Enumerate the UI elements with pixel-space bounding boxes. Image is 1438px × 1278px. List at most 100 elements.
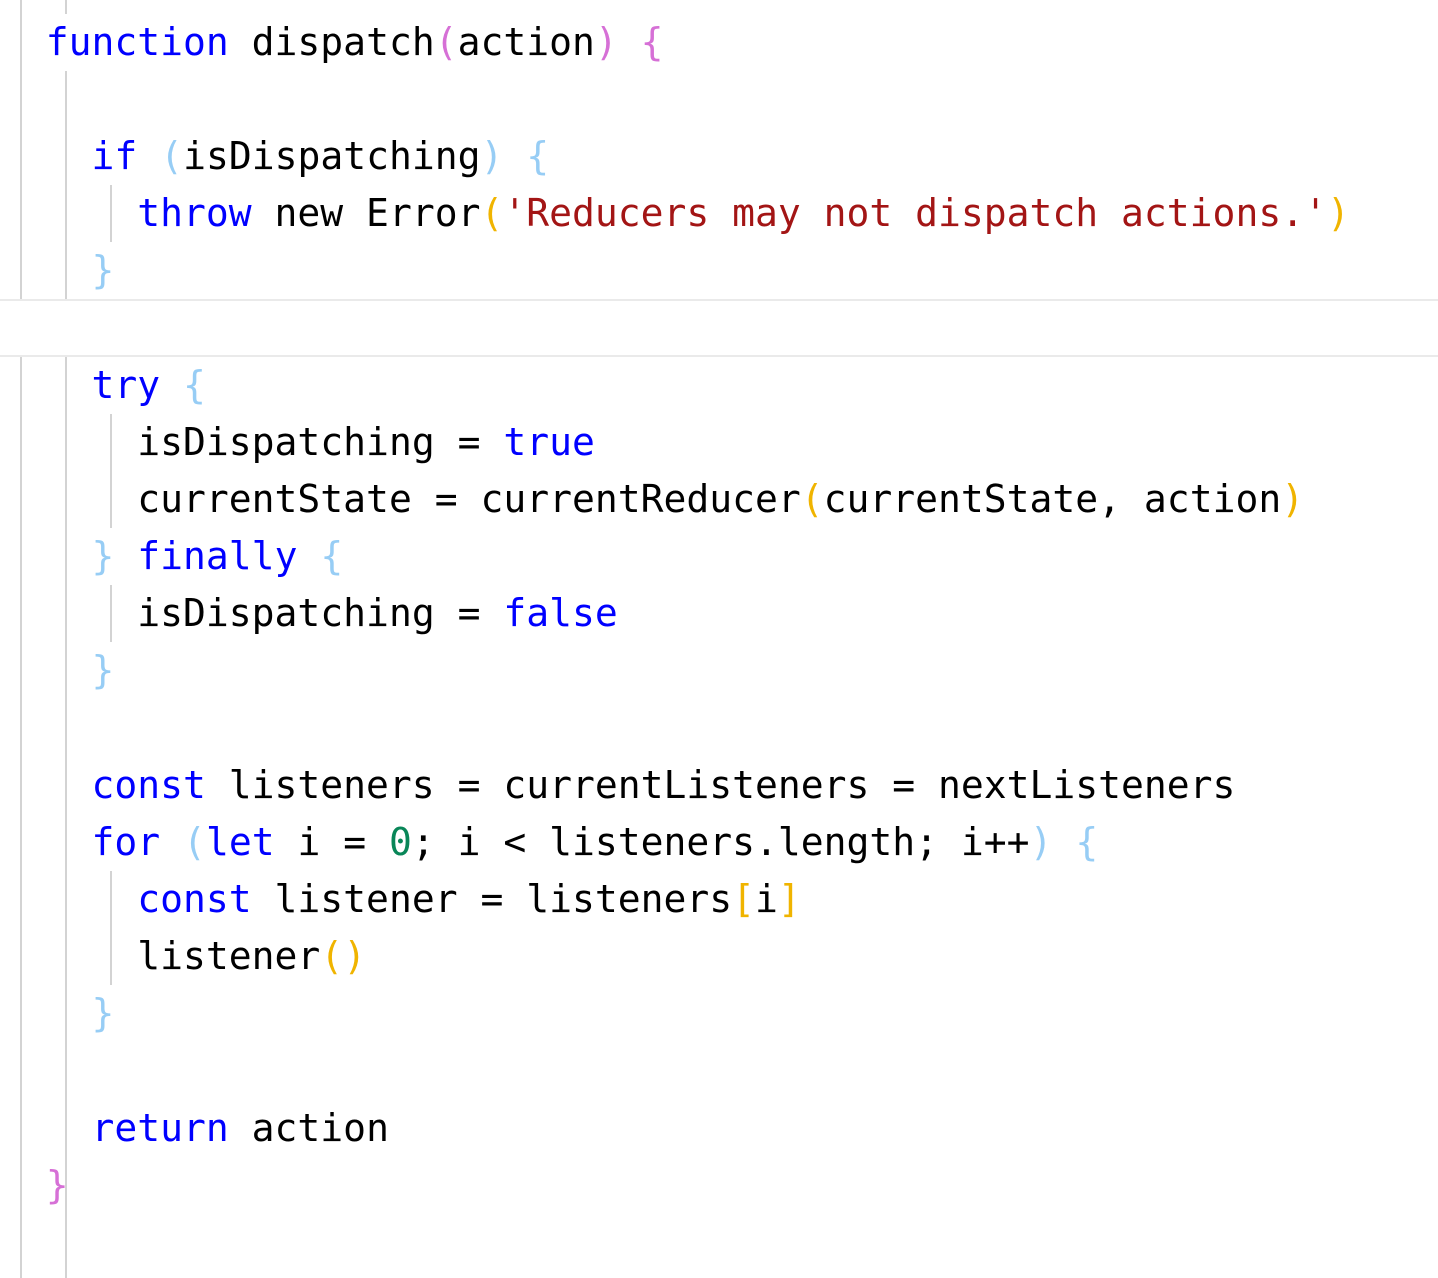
line-for-loop[interactable]: for (let i = 0; i < listeners.length; i+… xyxy=(0,814,1438,871)
code-token: ( xyxy=(160,134,184,178)
code-token: } xyxy=(91,648,115,692)
code-token: ) xyxy=(343,934,367,978)
code-token: ) xyxy=(480,134,504,178)
code-token: new Error xyxy=(251,191,481,235)
code-token: isDispatching = xyxy=(137,420,504,464)
code-token: true xyxy=(503,420,595,464)
code-token: ( xyxy=(480,191,504,235)
code-token: const xyxy=(91,763,206,807)
code-token: ] xyxy=(777,877,801,921)
line-const-listeners[interactable]: const listeners = currentListeners = nex… xyxy=(0,757,1438,814)
indent-guide xyxy=(65,0,67,14)
code-token: finally xyxy=(137,534,298,578)
code-token: { xyxy=(640,20,664,64)
code-token: ) xyxy=(1281,477,1305,521)
code-token: ) xyxy=(1326,191,1350,235)
line-if-isdispatching[interactable]: if (isDispatching) { xyxy=(0,128,1438,185)
code-token: try xyxy=(91,363,161,407)
code-token: action xyxy=(228,1106,389,1150)
code-token: function xyxy=(45,20,229,64)
code-token: } xyxy=(91,991,115,1035)
line-blank-2[interactable] xyxy=(0,699,1438,756)
code-token: isDispatching xyxy=(183,134,481,178)
code-token: 'Reducers may not dispatch actions.' xyxy=(503,191,1327,235)
code-token: [ xyxy=(732,877,755,921)
code-token: ) xyxy=(594,20,618,64)
line-close-finally[interactable]: } xyxy=(0,642,1438,699)
code-token: ; i < listeners.length; i++ xyxy=(411,820,1030,864)
code-token: currentState = currentReducer xyxy=(137,477,801,521)
code-token: ( xyxy=(434,20,458,64)
line-function-dispatch[interactable]: function dispatch(action) { xyxy=(0,14,1438,71)
code-token: i = xyxy=(274,820,389,864)
line-listener-call[interactable]: listener() xyxy=(0,928,1438,985)
code-token: { xyxy=(1075,820,1099,864)
code-token: let xyxy=(205,820,275,864)
line-blank-3[interactable] xyxy=(0,1042,1438,1099)
code-token: throw xyxy=(137,191,252,235)
code-token: 0 xyxy=(388,820,412,864)
code-token: false xyxy=(503,591,618,635)
code-editor-viewport[interactable]: } function dispatch(action) { if (isDisp… xyxy=(0,0,1438,1278)
code-token: const xyxy=(137,877,252,921)
code-token: ) xyxy=(1029,820,1053,864)
active-line-highlight xyxy=(0,299,1438,357)
line-blank-1[interactable] xyxy=(0,71,1438,128)
line-finally[interactable]: } finally { xyxy=(0,528,1438,585)
line-close-function[interactable]: } xyxy=(0,1157,1438,1214)
code-token: } xyxy=(91,534,115,578)
code-token: action xyxy=(457,20,595,64)
code-token: isDispatching = xyxy=(137,591,504,635)
code-token: dispatch xyxy=(228,20,435,64)
code-token: for xyxy=(91,820,161,864)
code-token: } xyxy=(45,1163,69,1207)
code-token: listener xyxy=(137,934,321,978)
line-close-if[interactable]: } xyxy=(0,242,1438,299)
code-token: { xyxy=(320,534,344,578)
line-isdispatching-false[interactable]: isDispatching = false xyxy=(0,585,1438,642)
line-isdispatching-true[interactable]: isDispatching = true xyxy=(0,414,1438,471)
code-token: i xyxy=(755,877,778,921)
code-token: listener = listeners xyxy=(251,877,733,921)
code-token: } xyxy=(91,248,115,292)
line-throw-error[interactable]: throw new Error('Reducers may not dispat… xyxy=(0,185,1438,242)
code-token: return xyxy=(91,1106,229,1150)
code-token: { xyxy=(183,363,206,407)
code-token: ( xyxy=(320,934,344,978)
line-currentstate-reducer[interactable]: currentState = currentReducer(currentSta… xyxy=(0,471,1438,528)
line-close-for[interactable]: } xyxy=(0,985,1438,1042)
code-token: { xyxy=(526,134,550,178)
line-return-action[interactable]: return action xyxy=(0,1100,1438,1157)
code-token: listeners = currentListeners = nextListe… xyxy=(205,763,1236,807)
code-token: ( xyxy=(183,820,206,864)
code-token: currentState, action xyxy=(823,477,1282,521)
line-try[interactable]: try { xyxy=(0,357,1438,414)
line-const-listener[interactable]: const listener = listeners[i] xyxy=(0,871,1438,928)
code-token: if xyxy=(91,134,138,178)
